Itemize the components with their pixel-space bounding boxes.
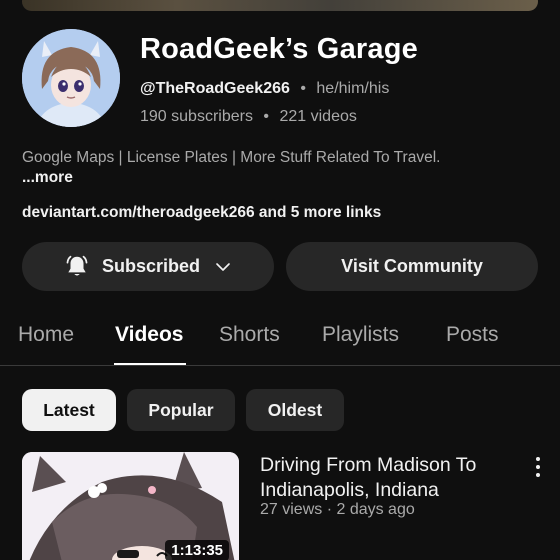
filter-chip-label: Latest <box>43 399 95 420</box>
channel-banner[interactable] <box>22 0 538 11</box>
subscribed-label: Subscribed <box>101 256 201 276</box>
separator-dot: • <box>300 80 306 97</box>
channel-description-text: Google Maps | License Plates | More Stuf… <box>22 149 441 166</box>
channel-stats-row: 190 subscribers • 221 videos <box>140 108 357 126</box>
channel-name: RoadGeek’s Garage <box>140 33 418 65</box>
tab-posts[interactable]: Posts <box>446 323 499 347</box>
bell-icon <box>66 255 88 276</box>
filter-chip-latest[interactable]: Latest <box>22 389 116 431</box>
video-count: 221 videos <box>279 108 357 125</box>
filter-chip-oldest[interactable]: Oldest <box>246 389 344 431</box>
more-link[interactable]: ...more <box>22 169 73 186</box>
subscribed-button[interactable]: Subscribed <box>22 242 274 291</box>
more-vert-icon[interactable] <box>532 456 544 478</box>
video-thumbnail[interactable]: 1:13:35 <box>22 452 239 560</box>
filter-chip-popular[interactable]: Popular <box>127 389 235 431</box>
channel-tabs: Home Videos Shorts Playlists Posts <box>0 318 560 366</box>
filter-chip-label: Oldest <box>267 399 323 420</box>
channel-links[interactable]: deviantart.com/theroadgeek266 and 5 more… <box>22 204 381 222</box>
video-duration: 1:13:35 <box>165 540 229 560</box>
channel-handle-row: @TheRoadGeek266 • he/him/his <box>140 80 389 98</box>
video-title[interactable]: Driving From Madison To Indianapolis, In… <box>260 453 522 503</box>
channel-pronouns: he/him/his <box>316 80 390 97</box>
subscriber-count: 190 subscribers <box>140 108 253 125</box>
tab-home[interactable]: Home <box>18 323 74 347</box>
separator-dot: • <box>263 108 270 125</box>
filter-chip-label: Popular <box>148 399 214 420</box>
visit-community-label: Visit Community <box>341 256 483 276</box>
channel-description[interactable]: Google Maps | License Plates | More Stuf… <box>22 148 492 188</box>
visit-community-button[interactable]: Visit Community <box>286 242 538 291</box>
tab-shorts[interactable]: Shorts <box>219 323 280 347</box>
channel-handle: @TheRoadGeek266 <box>140 80 290 97</box>
chevron-down-icon <box>216 262 230 271</box>
tab-playlists[interactable]: Playlists <box>322 323 399 347</box>
avatar-character-image <box>22 29 120 127</box>
active-tab-indicator <box>114 363 186 365</box>
tab-videos[interactable]: Videos <box>115 323 183 347</box>
channel-avatar[interactable] <box>22 29 120 127</box>
video-meta: 27 views · 2 days ago <box>260 501 415 518</box>
